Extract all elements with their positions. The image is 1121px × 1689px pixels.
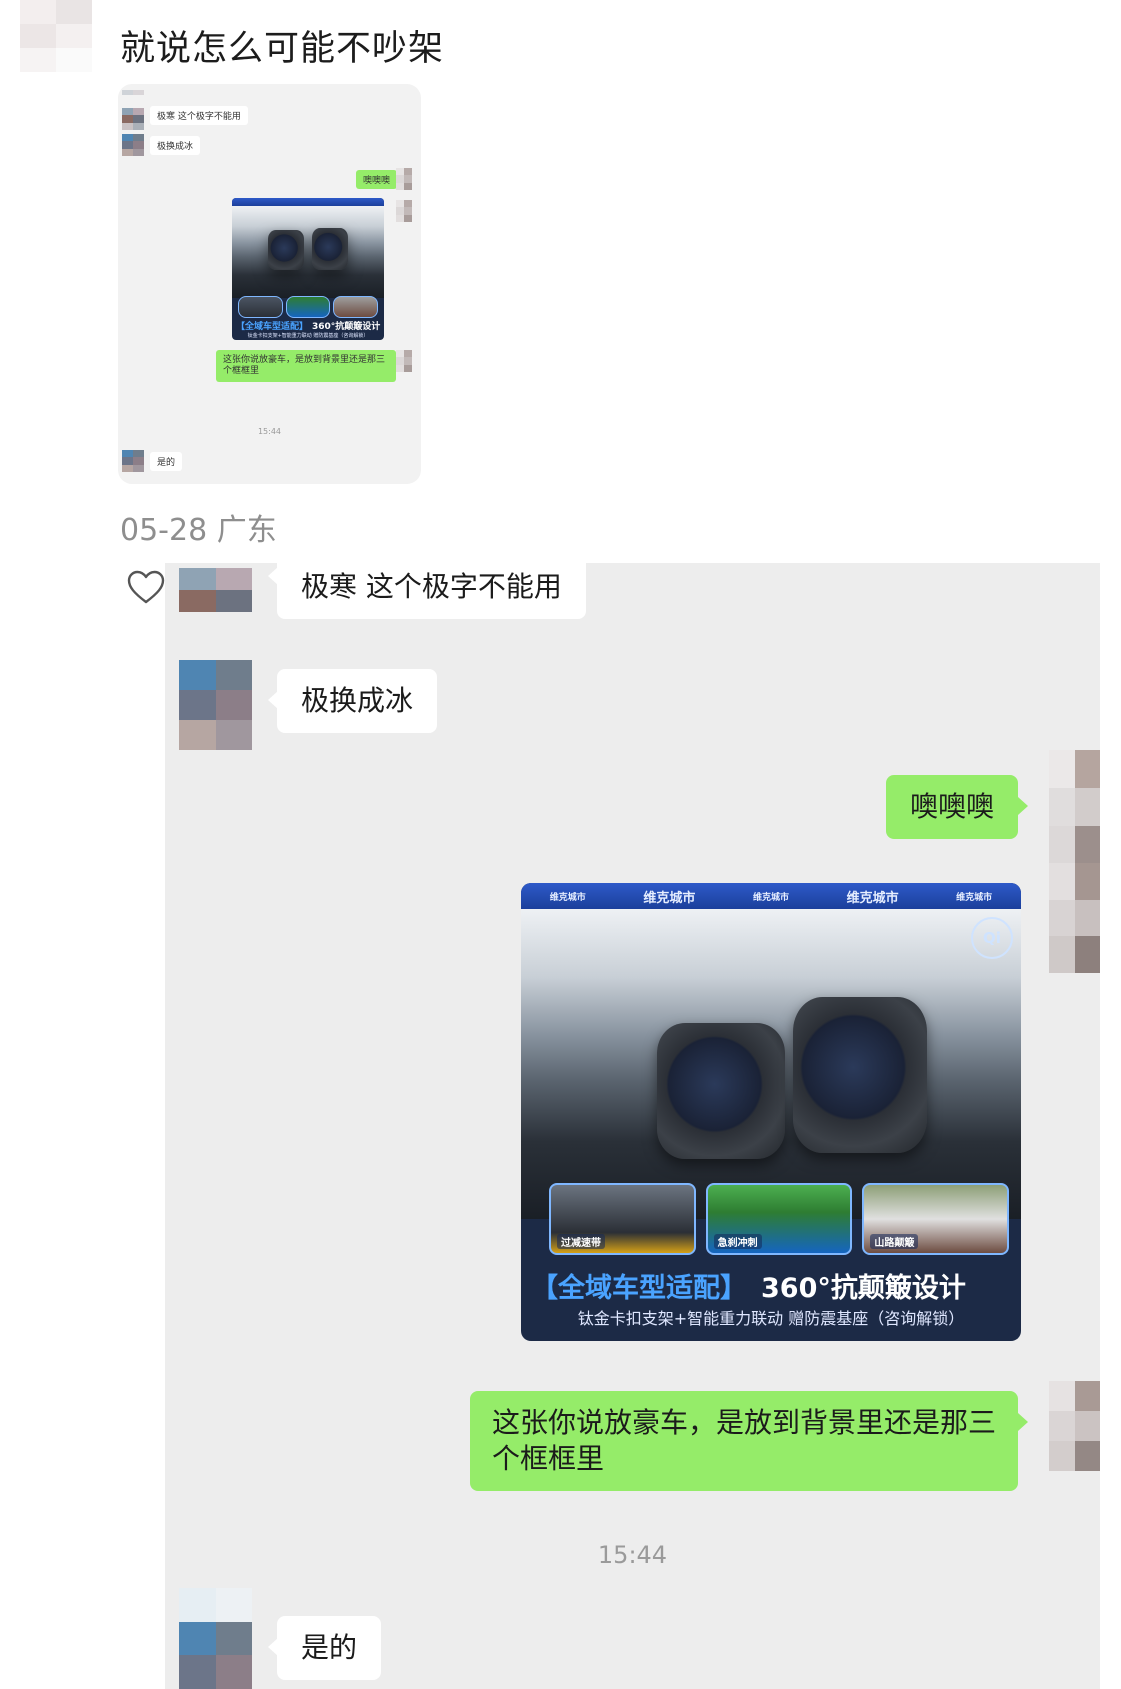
post-meta: 05-28 广东 [120, 513, 277, 548]
post-image-thumbnail[interactable]: 极寒 这个极字不能用 极换成冰 噢噢噢 【全域车型适配】 360°抗颠簸设计 钛… [118, 84, 421, 484]
message-bubble: 极寒 这个极字不能用 [150, 106, 248, 125]
message-bubble-sent: 噢噢噢 [885, 775, 1029, 839]
qi-badge-icon: Qi [971, 917, 1013, 959]
car-panel: 山路颠簸 [862, 1183, 1010, 1255]
avatar [396, 168, 412, 190]
slogan-subtitle: 钛金卡扣支架+智能重力联动 赠防震基座（咨询解锁） [577, 1309, 965, 1328]
phone-mount-right [793, 997, 927, 1153]
avatar [179, 1588, 252, 1689]
message-bubble: 是的 [150, 452, 183, 471]
message-bubble: 噢噢噢 [356, 170, 398, 189]
message-bubble-received: 极寒 这个极字不能用 [268, 563, 586, 619]
avatar [122, 134, 144, 156]
car-panel: 急刹冲刺 [705, 1183, 853, 1255]
avatar [122, 450, 144, 472]
heart-outline-icon[interactable] [126, 568, 166, 608]
message-bubble-sent: 这张你说放豪车，是放到背景里还是那三 个框框里 [469, 1391, 1029, 1491]
slogan-main: 360°抗颠簸设计 [312, 322, 381, 332]
slogan-main: 360°抗颠簸设计 [761, 1273, 966, 1304]
phone-mount-left [657, 1023, 785, 1159]
avatar [122, 90, 144, 104]
avatar [179, 568, 252, 634]
post-text: 就说怎么可能不吵架 [120, 29, 445, 69]
message-line: 这张你说放豪车，是放到背景里还是那三 [491, 1406, 996, 1439]
message-bubble: 极换成冰 [150, 136, 201, 155]
avatar [396, 200, 412, 222]
tab-label: 维克城市 [549, 892, 586, 903]
avatar [1049, 1381, 1100, 1471]
chat-screenshot: 极寒 这个极字不能用 极换成冰 噢噢噢 维克城市 维克城市 维克城市 维克城市 … [165, 563, 1100, 1689]
message-line: 个框框里 [491, 1442, 604, 1475]
slogan-highlight: 【全域车型适配】 [531, 1273, 747, 1304]
slogan-subtitle: 钛金卡扣支架+智能重力联动 赠防震基座（咨询解锁） [247, 333, 369, 339]
message-bubble-received: 是的 [267, 1616, 382, 1680]
avatar [179, 660, 252, 750]
message-timestamp: 15:44 [257, 427, 282, 436]
tab-label: 维克城市 [956, 892, 993, 903]
avatar [122, 108, 144, 130]
slogan-highlight: 【全域车型适配】 [236, 322, 309, 332]
message-bubble: 这张你说放豪车，是放到背景里还是那三个框框里 [216, 350, 396, 382]
message-timestamp: 15:44 [597, 1541, 668, 1569]
message-bubble-received: 极换成冰 [267, 669, 438, 733]
avatar [1049, 863, 1100, 973]
avatar [396, 350, 412, 372]
product-image[interactable]: 维克城市 维克城市 维克城市 维克城市 维克城市 Qi 过减速带 急刹冲刺 山路… [521, 883, 1021, 1341]
tab-label: 维克城市 [643, 890, 696, 906]
tab-label: 维克城市 [752, 892, 789, 903]
avatar [1049, 750, 1100, 864]
car-panel: 过减速带 [549, 1183, 696, 1255]
product-image-small: 【全域车型适配】 360°抗颠簸设计 钛金卡扣支架+智能重力联动 赠防震基座（咨… [232, 198, 384, 340]
user-avatar[interactable] [20, 0, 92, 72]
tab-label: 维克城市 [846, 890, 899, 906]
